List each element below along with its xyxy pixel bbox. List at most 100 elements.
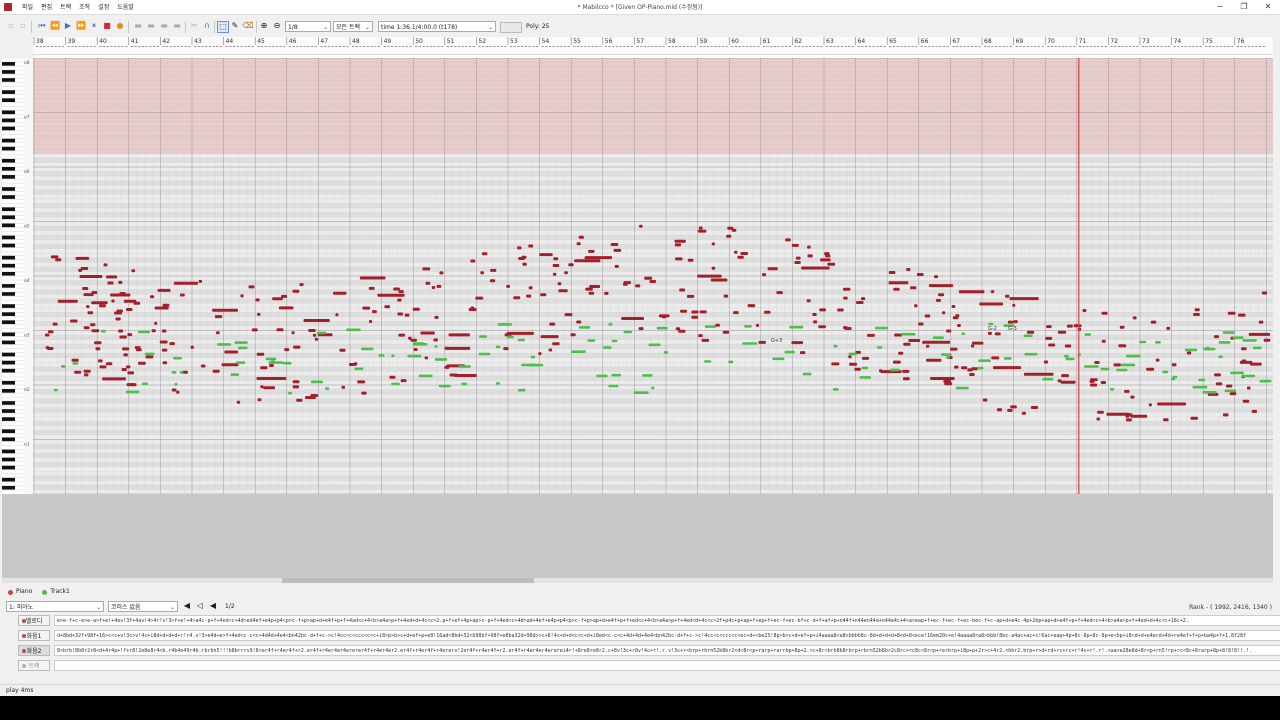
track-mml-input[interactable] [54, 660, 1280, 671]
black-key[interactable] [2, 401, 15, 405]
melody-note[interactable] [526, 294, 532, 298]
melody-note[interactable] [967, 368, 973, 372]
accompaniment-note[interactable] [633, 391, 649, 394]
accompaniment-note[interactable] [656, 326, 668, 330]
speaker-icon[interactable]: ◀ [182, 601, 192, 611]
accompaniment-note[interactable] [571, 350, 586, 353]
menu-help[interactable]: 도움말 [113, 2, 138, 13]
stop-icon[interactable]: ■ [102, 21, 112, 31]
accompaniment-note[interactable] [596, 374, 608, 378]
melody-note[interactable] [1194, 308, 1200, 312]
black-key[interactable] [2, 417, 15, 421]
melody-note[interactable] [1125, 414, 1130, 418]
black-key[interactable] [2, 138, 15, 143]
accompaniment-note[interactable] [478, 352, 491, 356]
melody-note[interactable] [126, 308, 133, 311]
accompaniment-note[interactable] [391, 354, 395, 358]
melody-note[interactable] [150, 295, 155, 299]
accompaniment-note[interactable] [648, 343, 661, 347]
melody-note[interactable] [623, 281, 631, 285]
melody-note[interactable] [903, 342, 911, 346]
accompaniment-note[interactable] [1232, 336, 1244, 339]
accompaniment-note[interactable] [517, 338, 525, 342]
melody-note[interactable] [397, 298, 402, 302]
melody-note[interactable] [1248, 332, 1271, 336]
accompaniment-note[interactable] [346, 328, 361, 332]
melody-note[interactable] [305, 396, 316, 399]
accompaniment-note[interactable] [1203, 347, 1216, 351]
melody-note[interactable] [957, 324, 961, 327]
melody-note[interactable] [257, 312, 261, 316]
melody-note[interactable] [74, 370, 82, 374]
chord2-mml-input[interactable]: 8<brb!8b8r2r8<d+4r4p+!f+r8!2e8e8r4<b.r4b… [54, 645, 1280, 656]
melody-note[interactable] [1066, 324, 1073, 328]
accompaniment-note[interactable] [418, 374, 433, 378]
melody-note[interactable] [513, 296, 521, 300]
melody-note[interactable] [57, 299, 78, 303]
melody-note[interactable] [675, 327, 681, 331]
melody-note[interactable] [758, 340, 766, 344]
accompaniment-note[interactable] [413, 342, 425, 345]
accompaniment-note[interactable] [495, 345, 501, 349]
accompaniment-note[interactable] [704, 325, 717, 328]
melody-note[interactable] [50, 255, 59, 259]
track-select[interactable]: 모든 트랙 ⌄ [333, 21, 373, 32]
accompaniment-note[interactable] [1100, 367, 1110, 371]
melody-note[interactable] [256, 352, 265, 356]
melody-note[interactable] [727, 226, 734, 230]
magnet-icon[interactable]: ∩ [202, 21, 212, 31]
melody-note[interactable] [687, 258, 694, 262]
menu-operate[interactable]: 조작 [75, 2, 94, 13]
melody-note[interactable] [190, 345, 194, 349]
melody-note[interactable] [1009, 297, 1039, 301]
open-file-icon[interactable]: ▫ [18, 21, 28, 31]
melody-note[interactable] [384, 305, 390, 309]
melody-note[interactable] [908, 339, 921, 342]
melody-note[interactable] [269, 364, 274, 367]
melody-note[interactable] [552, 272, 557, 276]
black-key[interactable] [2, 304, 15, 308]
melody-note[interactable] [576, 242, 581, 246]
melody-note[interactable] [154, 306, 169, 310]
melody-note[interactable] [404, 313, 410, 317]
melody-note[interactable] [1155, 358, 1160, 362]
accompaniment-note[interactable] [663, 351, 669, 354]
melody-note[interactable] [697, 274, 722, 278]
melody-note[interactable] [902, 369, 910, 373]
melody-note[interactable] [1057, 330, 1067, 334]
accompaniment-note[interactable] [642, 374, 653, 377]
melody-note[interactable] [71, 358, 79, 362]
black-key[interactable] [2, 284, 15, 288]
melody-note[interactable] [412, 307, 420, 311]
black-key[interactable] [2, 340, 15, 345]
black-key[interactable] [2, 368, 15, 373]
melody-note[interactable] [118, 329, 124, 333]
select-tool-icon[interactable]: ⬚ [217, 21, 229, 33]
accompaniment-note[interactable] [608, 323, 613, 326]
melody-note[interactable] [951, 305, 956, 308]
melody-note[interactable] [115, 317, 121, 321]
melody-note[interactable] [993, 366, 1022, 370]
melody-note[interactable] [198, 279, 202, 283]
accompaniment-note[interactable] [1224, 389, 1236, 393]
melody-note[interactable] [910, 286, 917, 290]
melody-note[interactable] [785, 238, 791, 242]
melody-note[interactable] [389, 375, 396, 379]
black-key[interactable] [2, 70, 15, 74]
black-key[interactable] [2, 98, 15, 103]
melody-note[interactable] [449, 373, 458, 377]
melody-note[interactable] [1186, 351, 1192, 355]
melody-note[interactable] [518, 257, 525, 260]
melody-note[interactable] [95, 347, 101, 351]
tab-piano[interactable]: Piano [8, 587, 32, 597]
black-key[interactable] [2, 195, 15, 199]
melody-note[interactable] [145, 355, 154, 359]
melody-note[interactable] [87, 311, 94, 315]
melody-note[interactable] [722, 330, 729, 334]
melody-note[interactable] [1046, 325, 1052, 329]
melody-note[interactable] [1226, 384, 1233, 388]
melody-note[interactable] [80, 267, 89, 270]
melody-note[interactable] [614, 264, 619, 268]
melody-note[interactable] [1171, 363, 1177, 367]
melody-note[interactable] [961, 366, 968, 370]
